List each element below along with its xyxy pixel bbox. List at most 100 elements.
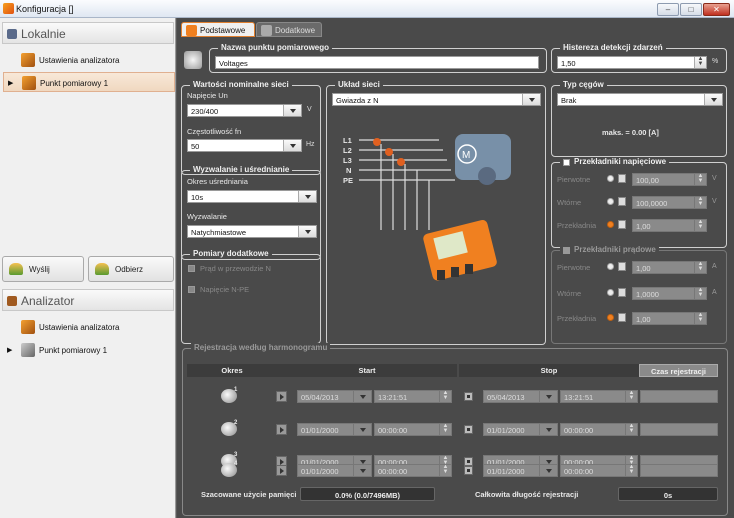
chevron-down-icon[interactable] bbox=[539, 465, 557, 476]
start-date-input[interactable]: 05/04/2013 bbox=[297, 390, 372, 403]
stop-enable-button[interactable] bbox=[464, 457, 473, 466]
spinner[interactable]: ▲ ▼ bbox=[694, 288, 706, 299]
vt-secondary-input[interactable]: 100,0000 ▲ ▼ bbox=[632, 196, 707, 209]
tab-label: Podstawowe bbox=[200, 26, 246, 35]
spinner[interactable]: ▲ ▼ bbox=[694, 262, 706, 273]
tab-additional[interactable]: Dodatkowe bbox=[256, 22, 322, 37]
expand-arrow-icon[interactable]: ▶ bbox=[7, 346, 12, 354]
chevron-down-icon[interactable] bbox=[298, 191, 316, 202]
vt-legend-text: Przekładniki napięciowe bbox=[574, 157, 667, 166]
analyzer-item-settings[interactable]: Ustawienia analizatora bbox=[3, 317, 175, 337]
start-enable-button[interactable] bbox=[276, 391, 287, 402]
start-date-input[interactable]: 01/01/2000 bbox=[297, 423, 372, 436]
vt-secondary-radio[interactable] bbox=[607, 198, 614, 205]
vt-ratio-input[interactable]: 1,00 ▲ ▼ bbox=[632, 219, 707, 232]
spinner[interactable]: ▲ ▼ bbox=[694, 220, 706, 231]
trig-select[interactable]: Natychmiastowe bbox=[187, 225, 317, 238]
spinner[interactable]: ▲ ▼ bbox=[694, 197, 706, 208]
vt-primary-radio[interactable] bbox=[607, 175, 614, 182]
calculator-icon[interactable] bbox=[618, 313, 626, 322]
period-index: 1 bbox=[234, 387, 238, 393]
ct-legend: Przekładniki prądowe bbox=[560, 245, 659, 254]
maximize-button[interactable]: □ bbox=[680, 3, 702, 16]
tab-basic-icon bbox=[186, 25, 197, 36]
vt-checkbox[interactable] bbox=[563, 159, 570, 166]
vt-secondary-unit: V bbox=[712, 198, 717, 205]
chevron-down-icon[interactable] bbox=[539, 424, 557, 435]
n-pe-checkbox[interactable] bbox=[188, 286, 195, 293]
start-time-input[interactable]: 13:21:51 ▲ ▼ bbox=[374, 390, 452, 403]
start-time-input[interactable]: 00:00:00 ▲ ▼ bbox=[374, 423, 452, 436]
calculator-icon[interactable] bbox=[618, 220, 626, 229]
stop-enable-button[interactable] bbox=[464, 392, 473, 401]
avg-select[interactable]: 10s bbox=[187, 190, 317, 203]
spinner[interactable]: ▲ ▼ bbox=[625, 391, 637, 402]
vt-ratio-radio[interactable] bbox=[607, 221, 614, 228]
ct-checkbox[interactable] bbox=[563, 247, 570, 254]
start-enable-button[interactable] bbox=[276, 424, 287, 435]
n-current-checkbox[interactable] bbox=[188, 265, 195, 272]
clamp-select[interactable]: Brak bbox=[557, 93, 723, 106]
local-item-point-1[interactable]: ▶ Punkt pomiarowy 1 bbox=[3, 72, 175, 92]
spinner[interactable]: ▲ ▼ bbox=[625, 424, 637, 435]
calculator-icon[interactable] bbox=[618, 288, 626, 297]
spinner[interactable]: ▲ ▼ bbox=[694, 174, 706, 185]
chevron-down-icon[interactable] bbox=[539, 391, 557, 402]
start-date-input[interactable]: 01/01/2000 bbox=[297, 464, 372, 477]
stop-date-input[interactable]: 05/04/2013 bbox=[483, 390, 558, 403]
recording-time-button[interactable]: Czas rejestracji bbox=[639, 364, 718, 377]
stop-enable-button[interactable] bbox=[464, 466, 473, 475]
ct-ratio-input[interactable]: 1,00 ▲ ▼ bbox=[632, 312, 707, 325]
send-button[interactable]: Wyślij bbox=[2, 256, 84, 282]
point-name-input[interactable]: Voltages bbox=[215, 56, 539, 69]
spinner[interactable]: ▲ ▼ bbox=[625, 465, 637, 476]
local-item-analyzer-settings[interactable]: Ustawienia analizatora bbox=[3, 50, 175, 70]
voltage-select[interactable]: 230/400 bbox=[187, 104, 302, 117]
calculator-icon[interactable] bbox=[618, 174, 626, 183]
stop-enable-button[interactable] bbox=[464, 425, 473, 434]
chevron-down-icon[interactable] bbox=[704, 94, 722, 105]
stop-time-input[interactable]: 00:00:00 ▲ ▼ bbox=[560, 423, 638, 436]
start-time-input[interactable]: 00:00:00 ▲ ▼ bbox=[374, 464, 452, 477]
ct-ratio-label: Przekładnia bbox=[557, 314, 597, 323]
stop-date-input[interactable]: 01/01/2000 bbox=[483, 423, 558, 436]
chevron-down-icon[interactable] bbox=[283, 140, 301, 151]
spinner[interactable]: ▲ ▼ bbox=[439, 424, 451, 435]
chevron-down-icon[interactable] bbox=[353, 424, 371, 435]
vt-primary-input[interactable]: 100,00 ▲ ▼ bbox=[632, 173, 707, 186]
freq-select[interactable]: 50 bbox=[187, 139, 302, 152]
receive-label: Odbierz bbox=[115, 265, 144, 274]
calculator-icon[interactable] bbox=[618, 262, 626, 271]
hysteresis-spinner[interactable]: ▲ ▼ bbox=[694, 57, 706, 68]
calculator-icon[interactable] bbox=[618, 197, 626, 206]
start-enable-button[interactable] bbox=[276, 465, 287, 476]
stop-time-input[interactable]: 13:21:51 ▲ ▼ bbox=[560, 390, 638, 403]
spinner[interactable]: ▲ ▼ bbox=[439, 391, 451, 402]
analyzer-header[interactable]: Analizator bbox=[2, 289, 174, 311]
expand-arrow-icon[interactable]: ▶ bbox=[8, 79, 13, 87]
spinner[interactable]: ▲ ▼ bbox=[694, 313, 706, 324]
network-select[interactable]: Gwiazda z N bbox=[332, 93, 541, 106]
ct-ratio-radio[interactable] bbox=[607, 314, 614, 321]
ct-primary-radio[interactable] bbox=[607, 263, 614, 270]
minimize-button[interactable]: – bbox=[657, 3, 679, 16]
chevron-down-icon[interactable] bbox=[353, 465, 371, 476]
tab-basic[interactable]: Podstawowe bbox=[181, 22, 255, 37]
chevron-down-icon[interactable] bbox=[522, 94, 540, 105]
analyzer-item-point-1[interactable]: ▶ Punkt pomiarowy 1 bbox=[3, 340, 175, 360]
col-start: Start bbox=[277, 364, 457, 377]
chevron-down-icon[interactable] bbox=[298, 226, 316, 237]
stop-date-input[interactable]: 01/01/2000 bbox=[483, 464, 558, 477]
item-label: Punkt pomiarowy 1 bbox=[39, 346, 108, 355]
ct-primary-input[interactable]: 1,00 ▲ ▼ bbox=[632, 261, 707, 274]
spinner[interactable]: ▲ ▼ bbox=[439, 465, 451, 476]
stop-time-input[interactable]: 00:00:00 ▲ ▼ bbox=[560, 464, 638, 477]
ct-secondary-radio[interactable] bbox=[607, 289, 614, 296]
chevron-down-icon[interactable] bbox=[353, 391, 371, 402]
ct-secondary-input[interactable]: 1,0000 ▲ ▼ bbox=[632, 287, 707, 300]
close-button[interactable]: ✕ bbox=[703, 3, 730, 16]
chevron-down-icon[interactable] bbox=[283, 105, 301, 116]
local-header[interactable]: Lokalnie bbox=[2, 22, 174, 44]
hysteresis-input[interactable]: 1,50 ▲ ▼ bbox=[557, 56, 707, 69]
receive-button[interactable]: Odbierz bbox=[88, 256, 174, 282]
